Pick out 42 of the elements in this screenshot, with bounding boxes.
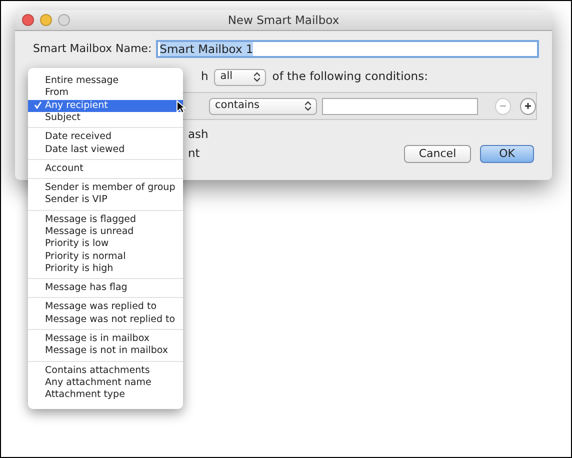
- menu-item[interactable]: Any recipient: [28, 100, 183, 112]
- close-button[interactable]: [22, 14, 34, 26]
- add-button[interactable]: [520, 98, 536, 114]
- plus-icon: [524, 102, 532, 110]
- menu-item[interactable]: Message was not replied to: [28, 314, 183, 326]
- menu-item[interactable]: Date last viewed: [28, 143, 183, 156]
- stepper-icon: [254, 72, 260, 82]
- menu-item[interactable]: Priority is normal: [28, 250, 183, 263]
- menu-item[interactable]: Priority is high: [28, 262, 183, 276]
- menu-item[interactable]: From: [28, 87, 183, 100]
- menu-item[interactable]: Contains attachments: [28, 364, 183, 377]
- menu-item[interactable]: Message was replied to: [28, 301, 183, 314]
- zoom-button[interactable]: [58, 14, 70, 26]
- menu-item[interactable]: Message is not in mailbox: [28, 345, 183, 358]
- menu-item[interactable]: Message has flag: [28, 282, 183, 294]
- window-title: New Smart Mailbox: [228, 12, 340, 29]
- menu-item[interactable]: Sender is VIP: [28, 194, 183, 207]
- menu-item[interactable]: Entire message: [28, 75, 183, 88]
- label-text: of the following conditions:: [272, 68, 428, 86]
- stepper-icon: [305, 101, 312, 111]
- minimize-button[interactable]: [40, 14, 52, 26]
- field-label: Smart Mailbox Name:: [33, 40, 152, 57]
- checkmark-icon: [34, 101, 42, 110]
- menu-item[interactable]: Attachment type: [28, 389, 183, 402]
- menu-item[interactable]: Message is unread: [28, 226, 183, 238]
- value-field[interactable]: [322, 98, 478, 114]
- menu-item[interactable]: Subject: [28, 112, 183, 124]
- menu-item[interactable]: Date received: [28, 131, 183, 144]
- option-label: ash: [188, 126, 208, 143]
- ok-button[interactable]: OK: [480, 144, 534, 162]
- cancel-button[interactable]: Cancel: [404, 144, 472, 162]
- menu-item[interactable]: Sender is member of group: [28, 182, 183, 194]
- match-dropdown[interactable]: all: [214, 68, 266, 86]
- menu-item[interactable]: Message is in mailbox: [28, 333, 183, 346]
- operator-dropdown[interactable]: contains: [209, 98, 318, 114]
- option-label: nt: [188, 144, 200, 162]
- menu-item[interactable]: Any attachment name: [28, 376, 183, 390]
- menu-item[interactable]: Message is flagged: [28, 214, 183, 226]
- menu-item[interactable]: Account: [28, 162, 183, 176]
- name-field[interactable]: Smart Mailbox 1: [156, 40, 539, 58]
- label-text: h: [201, 68, 208, 86]
- menu-item[interactable]: Priority is low: [28, 238, 183, 251]
